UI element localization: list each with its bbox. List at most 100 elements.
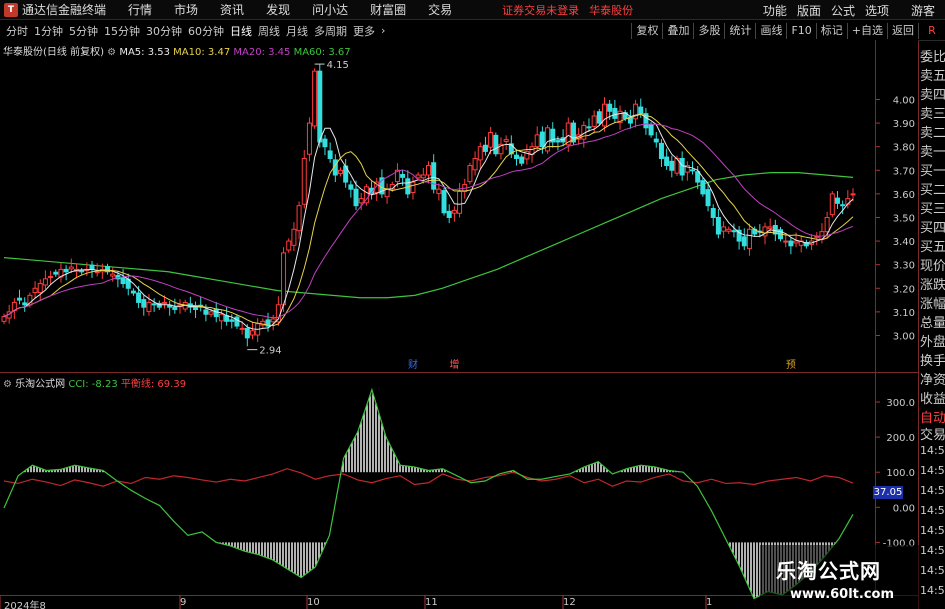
stats-button[interactable]: 统计 <box>724 23 755 39</box>
candle-body <box>731 230 737 233</box>
period-1min[interactable]: 1分钟 <box>34 23 63 39</box>
menu-wenxiaoda[interactable]: 问小达 <box>312 1 348 18</box>
cci-tick-label: 300.0 <box>886 398 915 409</box>
fuquan-button[interactable]: 复权 <box>631 23 662 39</box>
candle-body <box>89 264 95 270</box>
price-tick-label: 3.70 <box>893 166 915 177</box>
low-price-label: 2.94 <box>259 346 281 357</box>
period-60min[interactable]: 60分钟 <box>188 23 224 39</box>
menu-faxian[interactable]: 发现 <box>266 1 290 18</box>
guest-user[interactable]: 游客 <box>911 2 935 19</box>
back-button[interactable]: 返回 <box>887 23 918 39</box>
side-panel-row: 换手 <box>920 354 945 369</box>
candle-body <box>37 283 43 294</box>
side-panel-row[interactable]: 交易 <box>920 424 945 443</box>
candle-body <box>400 174 406 178</box>
candle-body <box>477 146 483 161</box>
period-30min[interactable]: 30分钟 <box>146 23 182 39</box>
period-more[interactable]: 更多 <box>353 23 375 39</box>
price-tick-label: 4.00 <box>893 95 915 106</box>
period-15min[interactable]: 15分钟 <box>104 23 140 39</box>
candle-body <box>586 126 592 129</box>
multi-stock-button[interactable]: 多股 <box>693 23 724 39</box>
side-panel-row: 卖一 <box>920 145 945 160</box>
candle-body <box>514 154 520 159</box>
candle-body <box>690 169 696 172</box>
chart-area[interactable]: 4.00 3.90 3.80 3.70 3.60 3.50 3.40 3.30 3.20 3.10… <box>0 40 918 609</box>
candle-body <box>602 103 608 127</box>
price-tick-label: 3.90 <box>893 119 915 130</box>
candle-body <box>249 330 255 336</box>
candle-body <box>472 157 478 171</box>
period-weekly[interactable]: 周线 <box>258 23 280 39</box>
side-panel-row: 卖二 <box>920 126 945 141</box>
date-label-12: 12 <box>563 597 576 608</box>
menu-gongshi[interactable]: 公式 <box>831 2 855 19</box>
menu-shichang[interactable]: 市场 <box>174 1 198 18</box>
indicator-gear-icon[interactable]: ⚙ <box>3 379 12 390</box>
candle-body <box>436 188 442 194</box>
candle-body <box>829 193 835 216</box>
broker-name: 华泰股份 <box>589 3 634 17</box>
period-monthly[interactable]: 月线 <box>286 23 308 39</box>
period-multi[interactable]: 多周期 <box>314 23 347 39</box>
side-panel-row: 总量 <box>920 316 945 331</box>
candle-body <box>136 292 142 303</box>
stock-title[interactable]: 华泰股份(日线 前复权) <box>3 47 104 58</box>
draw-line-button[interactable]: 画线 <box>755 23 786 39</box>
candle-body <box>679 157 685 176</box>
candle-body <box>493 134 499 155</box>
candle-body <box>218 313 224 322</box>
chart-background <box>0 40 918 609</box>
menu-banmian[interactable]: 版面 <box>797 2 821 19</box>
more-chevron-icon[interactable]: › <box>381 24 385 37</box>
candle-body <box>337 169 343 175</box>
overlay-button[interactable]: 叠加 <box>662 23 693 39</box>
settings-gear-icon[interactable]: ⚙ <box>107 47 116 58</box>
candle-body <box>850 193 856 196</box>
candle-body <box>110 273 116 277</box>
period-daily[interactable]: 日线 <box>230 23 252 39</box>
candle-body <box>767 226 773 229</box>
add-watchlist-button[interactable]: +自选 <box>846 23 887 39</box>
quote-side-panel: 委比 卖五 卖四 卖三 卖二 卖一 买一 买二 买三 买四 买五 现价 涨跌 涨幅 总量 外盘 换手 净资 收益 自动… <box>918 41 945 609</box>
period-fenshi[interactable]: 分时 <box>6 23 28 39</box>
candle-body <box>358 198 364 204</box>
r-indicator[interactable]: R <box>918 23 945 39</box>
f10-button[interactable]: F10 <box>786 23 815 39</box>
app-logo-icon: T <box>4 2 18 17</box>
menu-hangqing[interactable]: 行情 <box>128 1 152 18</box>
candle-body <box>42 278 48 286</box>
candle-body <box>270 318 276 323</box>
candle-body <box>612 107 618 119</box>
menu-xuanxiang[interactable]: 选项 <box>865 2 889 19</box>
menu-jiaoyi[interactable]: 交易 <box>428 1 452 18</box>
price-tick-label: 3.80 <box>893 143 915 154</box>
candle-body <box>213 308 219 318</box>
candle-body <box>726 228 732 232</box>
indicator-name[interactable]: 乐淘公式网 <box>15 379 65 390</box>
menu-zixun[interactable]: 资讯 <box>220 1 244 18</box>
price-tick-label: 3.00 <box>893 331 915 342</box>
candle-body <box>22 302 28 306</box>
tool-buttons: 复权 叠加 多股 统计 画线 F10 标记 +自选 返回 R <box>631 21 945 41</box>
event-marker: 预 <box>786 359 796 371</box>
candle-body <box>793 240 799 244</box>
event-marker: 增 <box>449 358 459 371</box>
cci-current-value-box: 37.05 <box>873 486 903 499</box>
period-5min[interactable]: 5分钟 <box>69 23 98 39</box>
mark-button[interactable]: 标记 <box>815 23 847 39</box>
event-marker: 财 <box>408 358 418 371</box>
candle-body <box>420 174 426 179</box>
date-label-11: 11 <box>425 597 438 608</box>
candle-body <box>32 287 38 294</box>
trade-login-notice[interactable]: 证券交易未登录 <box>502 2 579 18</box>
balance-value-label: 平衡线: 69.39 <box>120 379 187 390</box>
candle-body <box>161 301 167 304</box>
candle-body <box>146 301 152 312</box>
candle-body <box>741 236 747 247</box>
menu-caifuquan[interactable]: 财富圈 <box>370 1 406 18</box>
side-panel-row: 外盘 <box>920 335 945 350</box>
menu-gongneng[interactable]: 功能 <box>763 2 787 19</box>
candle-body <box>1 316 7 322</box>
